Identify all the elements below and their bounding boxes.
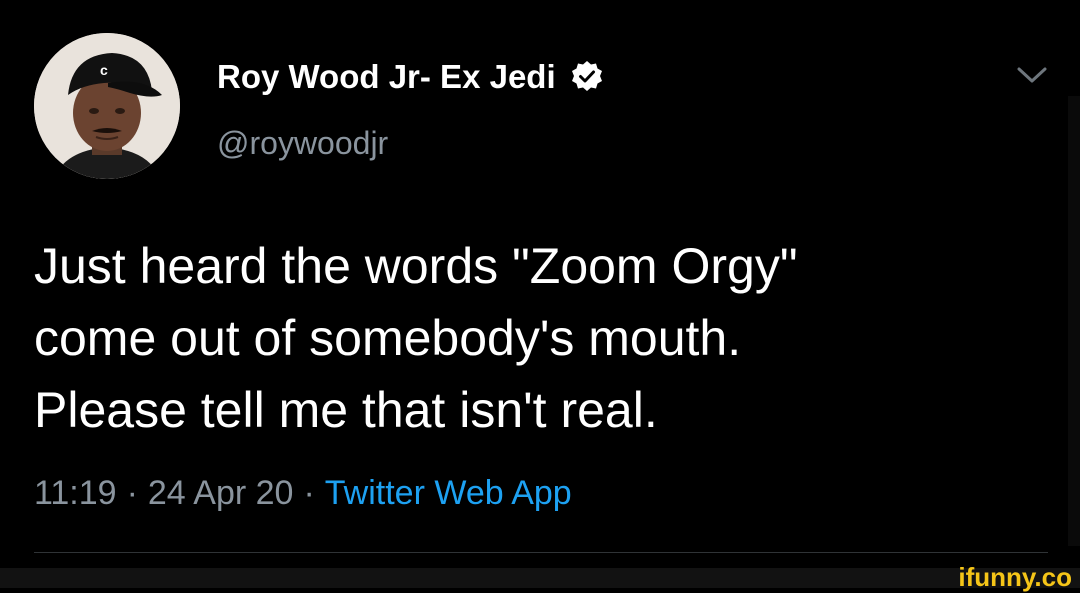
tweet-card: c Roy Wood Jr- Ex Jedi @roywoodjr Just h… — [0, 0, 1080, 592]
tweet-time[interactable]: 11:19 — [34, 474, 117, 512]
tweet-source-link[interactable]: Twitter Web App — [325, 474, 572, 512]
scroll-edge — [1068, 96, 1080, 546]
bottom-bar — [0, 568, 1080, 588]
meta-separator: · — [303, 474, 315, 512]
tweet-meta: 11:19 · 24 Apr 20 · Twitter Web App — [34, 474, 572, 513]
watermark-logo: ifunny.co — [958, 562, 1072, 592]
profile-photo-icon: c — [34, 33, 180, 179]
tweet-text-line: come out of somebody's mouth. — [34, 310, 742, 366]
meta-separator: · — [126, 474, 138, 512]
tweet-date[interactable]: 24 Apr 20 — [148, 474, 294, 512]
chevron-down-icon[interactable] — [1014, 63, 1050, 87]
avatar[interactable]: c — [34, 33, 180, 179]
tweet-text-line: Just heard the words "Zoom Orgy" — [34, 238, 798, 294]
user-handle[interactable]: @roywoodjr — [217, 125, 388, 162]
divider — [34, 552, 1048, 553]
tweet-text: Just heard the words "Zoom Orgy" come ou… — [34, 230, 1054, 446]
display-name[interactable]: Roy Wood Jr- Ex Jedi — [217, 58, 556, 96]
svg-text:c: c — [100, 62, 108, 78]
display-name-row: Roy Wood Jr- Ex Jedi — [217, 56, 604, 98]
tweet-text-line: Please tell me that isn't real. — [34, 382, 658, 438]
verified-badge-icon — [570, 60, 604, 94]
